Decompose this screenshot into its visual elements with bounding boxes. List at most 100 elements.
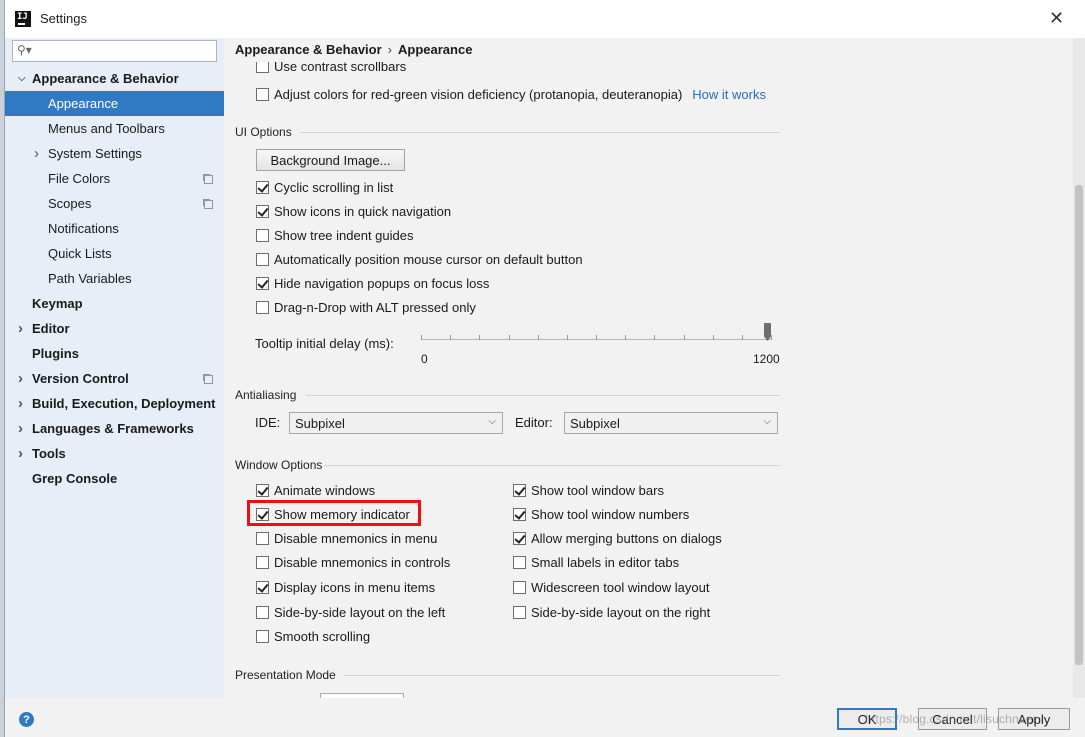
settings-dialog: IJ Settings ✕ ⚲▾ ⌵ Appearance & Behavior A… (4, 0, 1085, 737)
sidebar-item-label: Tools (32, 446, 66, 461)
chevron-down-icon[interactable]: ⌵ (18, 73, 26, 84)
side-by-side-layout-on-the-left-label: Side-by-side layout on the left (274, 604, 446, 620)
show-tool-window-numbers-checkbox[interactable] (513, 507, 526, 521)
sidebar-item-languages-and-frameworks[interactable]: › Languages & Frameworks (5, 416, 224, 441)
chevron-right-icon[interactable]: › (18, 420, 23, 437)
disable-mnemonics-in-controls-option[interactable]: Disable mnemonics in controls (256, 553, 450, 571)
sidebar-item-label: Notifications (48, 221, 119, 236)
slider-tick (537, 335, 539, 340)
cyclic-scrolling-in-list-checkbox[interactable] (256, 180, 269, 194)
widescreen-tool-window-layout-checkbox[interactable] (513, 580, 526, 594)
disable-mnemonics-in-menu-option[interactable]: Disable mnemonics in menu (256, 529, 437, 547)
sidebar-item-version-control[interactable]: › Version Control (5, 366, 224, 391)
close-icon[interactable]: ✕ (1049, 8, 1064, 29)
show-tree-indent-guides-label: Show tree indent guides (274, 227, 414, 243)
display-icons-in-menu-items-option[interactable]: Display icons in menu items (256, 578, 435, 596)
allow-merging-buttons-on-dialogs-checkbox[interactable] (513, 531, 526, 545)
watermark-text: https://blog.csdn.net/lisuchneer (865, 712, 1037, 726)
disable-mnemonics-in-menu-checkbox[interactable] (256, 531, 269, 545)
cyclic-scrolling-in-list-label: Cyclic scrolling in list (274, 179, 394, 195)
chevron-right-icon[interactable]: › (18, 320, 23, 337)
sidebar-item-path-variables[interactable]: Path Variables (5, 266, 224, 291)
drag-n-drop-with-alt-pressed-only-option[interactable]: Drag-n-Drop with ALT pressed only (256, 298, 476, 316)
hide-navigation-popups-on-focus-loss-option[interactable]: Hide navigation popups on focus loss (256, 274, 489, 292)
chevron-right-icon[interactable]: › (18, 370, 23, 387)
small-labels-in-editor-tabs-option[interactable]: Small labels in editor tabs (513, 553, 679, 571)
show-icons-in-quick-navigation-option[interactable]: Show icons in quick navigation (256, 202, 451, 220)
automatically-position-mouse-cursor-on-default-button-label: Automatically position mouse cursor on d… (274, 251, 583, 267)
project-scope-icon (204, 200, 213, 209)
show-tree-indent-guides-option[interactable]: Show tree indent guides (256, 226, 413, 244)
show-tree-indent-guides-checkbox[interactable] (256, 228, 269, 242)
animate-windows-option[interactable]: Animate windows (256, 481, 375, 499)
side-by-side-layout-on-the-right-label: Side-by-side layout on the right (531, 604, 711, 620)
slider-tick (683, 335, 685, 340)
animate-windows-checkbox[interactable] (256, 483, 269, 497)
color-deficiency-checkbox[interactable] (256, 87, 269, 101)
sidebar-item-notifications[interactable]: Notifications (5, 216, 224, 241)
automatically-position-mouse-cursor-on-default-button-option[interactable]: Automatically position mouse cursor on d… (256, 250, 583, 268)
sidebar-item-appearance[interactable]: Appearance (5, 91, 224, 116)
sidebar-item-grep-console[interactable]: Grep Console (5, 466, 224, 491)
display-icons-in-menu-items-checkbox[interactable] (256, 580, 269, 594)
ide-antialiasing-select[interactable]: Subpixel ⌵ (289, 412, 503, 434)
disable-mnemonics-in-controls-checkbox[interactable] (256, 555, 269, 569)
editor-antialiasing-select[interactable]: Subpixel ⌵ (564, 412, 778, 434)
contrast-scrollbars-option[interactable]: Use contrast scrollbars (256, 62, 406, 76)
color-deficiency-option[interactable]: Adjust colors for red-green vision defic… (256, 85, 766, 103)
small-labels-in-editor-tabs-checkbox[interactable] (513, 555, 526, 569)
sidebar-item-build-execution-deployment[interactable]: › Build, Execution, Deployment (5, 391, 224, 416)
show-tool-window-bars-option[interactable]: Show tool window bars (513, 481, 664, 499)
chevron-right-icon[interactable]: › (18, 445, 23, 462)
chevron-right-icon[interactable]: › (18, 395, 23, 412)
allow-merging-buttons-on-dialogs-label: Allow merging buttons on dialogs (531, 530, 722, 546)
sidebar-item-label: Build, Execution, Deployment (32, 396, 216, 411)
project-scope-icon (204, 175, 213, 184)
help-icon[interactable]: ? (19, 712, 34, 727)
tooltip-delay-min: 0 (421, 352, 428, 366)
how-it-works-link[interactable]: How it works (692, 87, 766, 102)
side-by-side-layout-on-the-right-checkbox[interactable] (513, 605, 526, 619)
search-icon: ⚲▾ (17, 43, 32, 57)
side-by-side-layout-on-the-left-checkbox[interactable] (256, 605, 269, 619)
sidebar-item-menus-and-toolbars[interactable]: Menus and Toolbars (5, 116, 224, 141)
sidebar-item-system-settings[interactable]: › System Settings (5, 141, 224, 166)
disable-mnemonics-in-controls-label: Disable mnemonics in controls (274, 554, 451, 570)
smooth-scrolling-checkbox[interactable] (256, 629, 269, 643)
hide-navigation-popups-on-focus-loss-checkbox[interactable] (256, 276, 269, 290)
background-image-button[interactable]: Background Image... (256, 149, 405, 171)
ui-options-divider (301, 132, 779, 133)
cyclic-scrolling-in-list-option[interactable]: Cyclic scrolling in list (256, 178, 393, 196)
drag-n-drop-with-alt-pressed-only-checkbox[interactable] (256, 300, 269, 314)
sidebar-item-plugins[interactable]: Plugins (5, 341, 224, 366)
automatically-position-mouse-cursor-on-default-button-checkbox[interactable] (256, 252, 269, 266)
sidebar-item-label: Plugins (32, 346, 79, 361)
show-tool-window-numbers-label: Show tool window numbers (531, 506, 690, 522)
breadcrumb: Appearance & Behavior › Appearance (235, 42, 472, 57)
slider-tick (741, 335, 743, 340)
sidebar-item-appearance-and-behavior[interactable]: ⌵ Appearance & Behavior (5, 66, 224, 91)
sidebar-item-scopes[interactable]: Scopes (5, 191, 224, 216)
sidebar-item-file-colors[interactable]: File Colors (5, 166, 224, 191)
side-by-side-layout-on-the-left-option[interactable]: Side-by-side layout on the left (256, 603, 445, 621)
sidebar-item-editor[interactable]: › Editor (5, 316, 224, 341)
show-icons-in-quick-navigation-checkbox[interactable] (256, 204, 269, 218)
chevron-right-icon[interactable]: › (34, 145, 39, 162)
sidebar-item-tools[interactable]: › Tools (5, 441, 224, 466)
side-by-side-layout-on-the-right-option[interactable]: Side-by-side layout on the right (513, 603, 710, 621)
sidebar-item-quick-lists[interactable]: Quick Lists (5, 241, 224, 266)
show-tool-window-bars-checkbox[interactable] (513, 483, 526, 497)
allow-merging-buttons-on-dialogs-option[interactable]: Allow merging buttons on dialogs (513, 529, 722, 547)
chevron-down-icon: ⌵ (488, 416, 496, 427)
contrast-scrollbars-checkbox[interactable] (256, 62, 269, 73)
show-tool-window-numbers-option[interactable]: Show tool window numbers (513, 505, 689, 523)
drag-n-drop-with-alt-pressed-only-label: Drag-n-Drop with ALT pressed only (274, 299, 476, 315)
sidebar-item-label: Editor (32, 321, 70, 336)
widescreen-tool-window-layout-option[interactable]: Widescreen tool window layout (513, 578, 709, 596)
content-scrollbar-thumb[interactable] (1075, 185, 1083, 665)
memory-indicator-highlight-box (247, 500, 421, 526)
sidebar-item-keymap[interactable]: Keymap (5, 291, 224, 316)
slider-tick (450, 335, 452, 340)
smooth-scrolling-option[interactable]: Smooth scrolling (256, 627, 370, 645)
search-input[interactable]: ⚲▾ (12, 40, 217, 62)
